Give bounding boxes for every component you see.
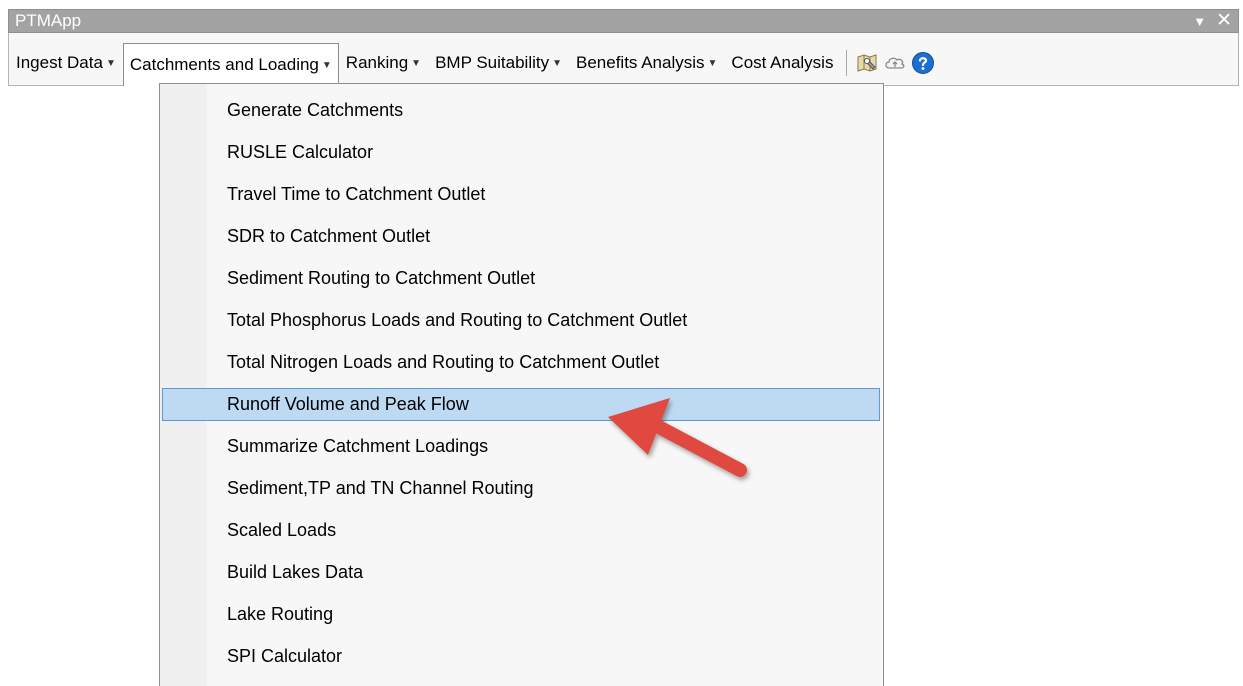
menu-item-rusle-calculator[interactable]: RUSLE Calculator [162, 136, 880, 169]
menu-label: Ranking [345, 53, 409, 72]
menu-item-generate-catchments[interactable]: Generate Catchments [162, 94, 880, 127]
map-tools-icon[interactable] [853, 43, 881, 83]
pin-dropdown-icon[interactable]: ▼ [1193, 14, 1206, 29]
menu-item-lake-routing[interactable]: Lake Routing [162, 598, 880, 631]
toolbar: Ingest Data ▼ Catchments and Loading ▼ Ran… [8, 33, 1239, 86]
close-icon[interactable]: ✕ [1216, 11, 1232, 30]
chevron-down-icon: ▼ [411, 57, 422, 69]
menu-ranking[interactable]: Ranking ▼ [339, 43, 428, 83]
menu-ingest-data[interactable]: Ingest Data ▼ [9, 43, 123, 83]
menu-label: Catchments and Loading [129, 55, 319, 74]
menu-item-label: Runoff Volume and Peak Flow [227, 394, 469, 414]
catchments-dropdown-menu: Generate Catchments RUSLE Calculator Tra… [159, 83, 884, 686]
menu-label: Ingest Data [16, 53, 103, 72]
menu-label: Benefits Analysis [576, 53, 705, 72]
menu-item-label: SDR to Catchment Outlet [227, 226, 431, 246]
menu-item-total-nitrogen[interactable]: Total Nitrogen Loads and Routing to Catc… [162, 346, 880, 379]
toolbar-separator [846, 50, 848, 76]
menu-catchments-and-loading[interactable]: Catchments and Loading ▼ [122, 43, 339, 86]
help-icon[interactable] [909, 43, 937, 83]
menu-item-label: RUSLE Calculator [227, 142, 374, 162]
menu-item-total-phosphorus[interactable]: Total Phosphorus Loads and Routing to Ca… [162, 304, 880, 337]
chevron-down-icon: ▼ [552, 57, 562, 69]
chevron-down-icon: ▼ [707, 57, 718, 69]
chevron-down-icon: ▼ [105, 57, 116, 69]
menu-bmp-suitability[interactable]: BMP Suitability ▼ [428, 43, 569, 83]
menu-item-label: Sediment Routing to Catchment Outlet [227, 268, 536, 288]
menu-label: BMP Suitability [435, 53, 550, 72]
menu-item-label: Lake Routing [227, 604, 334, 624]
menu-gutter [160, 84, 207, 686]
menu-item-label: Generate Catchments [227, 100, 404, 120]
cloud-icon[interactable] [881, 43, 909, 83]
chevron-down-icon: ▼ [321, 59, 332, 71]
menu-item-runoff-volume[interactable]: Runoff Volume and Peak Flow [162, 388, 880, 421]
menu-item-label: Scaled Loads [227, 520, 337, 540]
menu-item-label: Build Lakes Data [227, 562, 364, 582]
title-bar: PTMApp ▼ ✕ [8, 9, 1239, 33]
menu-item-label: Sediment,TP and TN Channel Routing [227, 478, 534, 498]
menu-item-sediment-routing[interactable]: Sediment Routing to Catchment Outlet [162, 262, 880, 295]
window-controls: ▼ ✕ [1193, 10, 1232, 32]
menu-benefits-analysis[interactable]: Benefits Analysis ▼ [569, 43, 724, 83]
menu-item-travel-time[interactable]: Travel Time to Catchment Outlet [162, 178, 880, 211]
menu-item-label: Total Phosphorus Loads and Routing to Ca… [227, 310, 688, 330]
menu-item-scaled-loads[interactable]: Scaled Loads [162, 514, 880, 547]
menu-item-channel-routing[interactable]: Sediment,TP and TN Channel Routing [162, 472, 880, 505]
menu-item-summarize-loadings[interactable]: Summarize Catchment Loadings [162, 430, 880, 463]
menu-label: Cost Analysis [731, 53, 834, 72]
app-title: PTMApp [15, 11, 82, 30]
menu-cost-analysis[interactable]: Cost Analysis [724, 43, 840, 83]
menu-item-spi-calculator[interactable]: SPI Calculator [162, 640, 880, 673]
menu-item-label: SPI Calculator [227, 646, 343, 666]
menu-bar: Ingest Data ▼ Catchments and Loading ▼ Ran… [9, 43, 937, 86]
menu-item-label: Summarize Catchment Loadings [227, 436, 489, 456]
menu-item-sdr[interactable]: SDR to Catchment Outlet [162, 220, 880, 253]
menu-item-label: Travel Time to Catchment Outlet [227, 184, 486, 204]
menu-item-label: Total Nitrogen Loads and Routing to Catc… [227, 352, 660, 372]
menu-item-build-lakes-data[interactable]: Build Lakes Data [162, 556, 880, 589]
